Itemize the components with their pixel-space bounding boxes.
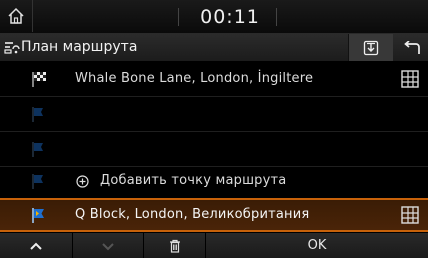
home-icon [8,7,24,24]
page-title: План маршрута [21,39,138,55]
bottom-toolbar: OK [0,233,428,258]
back-icon [404,40,420,54]
destination-map-button[interactable] [398,67,422,91]
import-icon [363,40,379,55]
move-up-button[interactable] [0,233,73,258]
map-grid-icon [401,70,419,88]
route-plan-icon [4,42,20,54]
waypoint-flag-icon [32,174,43,189]
trash-icon [169,239,180,253]
add-waypoint-label: Добавить точку маршрута [100,173,287,188]
import-button[interactable] [348,34,393,61]
delete-button[interactable] [144,233,206,258]
route-row-waypoint[interactable] [0,97,428,132]
chevron-up-icon [30,242,42,250]
waypoint-flag-icon [32,107,43,122]
ok-label: OK [307,238,327,253]
clock: 00:11 [200,5,260,28]
add-waypoint-row[interactable]: Добавить точку маршрута [0,164,428,199]
start-label: Q Block, London, Великобритания [75,207,310,222]
back-button[interactable] [396,34,428,61]
divider [276,8,277,26]
divider [178,8,179,26]
title-bar: План маршрута [0,34,428,61]
destination-label: Whale Bone Lane, London, İngiltere [75,71,314,86]
start-flag-icon [32,208,44,223]
waypoint-flag-icon [32,142,43,157]
add-circle-icon [76,175,89,188]
map-grid-icon [401,206,419,224]
route-row-waypoint[interactable] [0,132,428,167]
move-down-button[interactable] [73,233,144,258]
ok-button[interactable]: OK [206,233,428,258]
status-bar: 00:11 [0,0,428,34]
checkered-flag-icon [32,72,46,87]
route-row-destination[interactable]: Whale Bone Lane, London, İngiltere [0,62,428,97]
route-row-start[interactable]: Q Block, London, Великобритания [0,198,428,232]
start-map-button[interactable] [398,203,422,227]
chevron-down-icon [102,242,114,250]
home-button[interactable] [0,0,33,32]
